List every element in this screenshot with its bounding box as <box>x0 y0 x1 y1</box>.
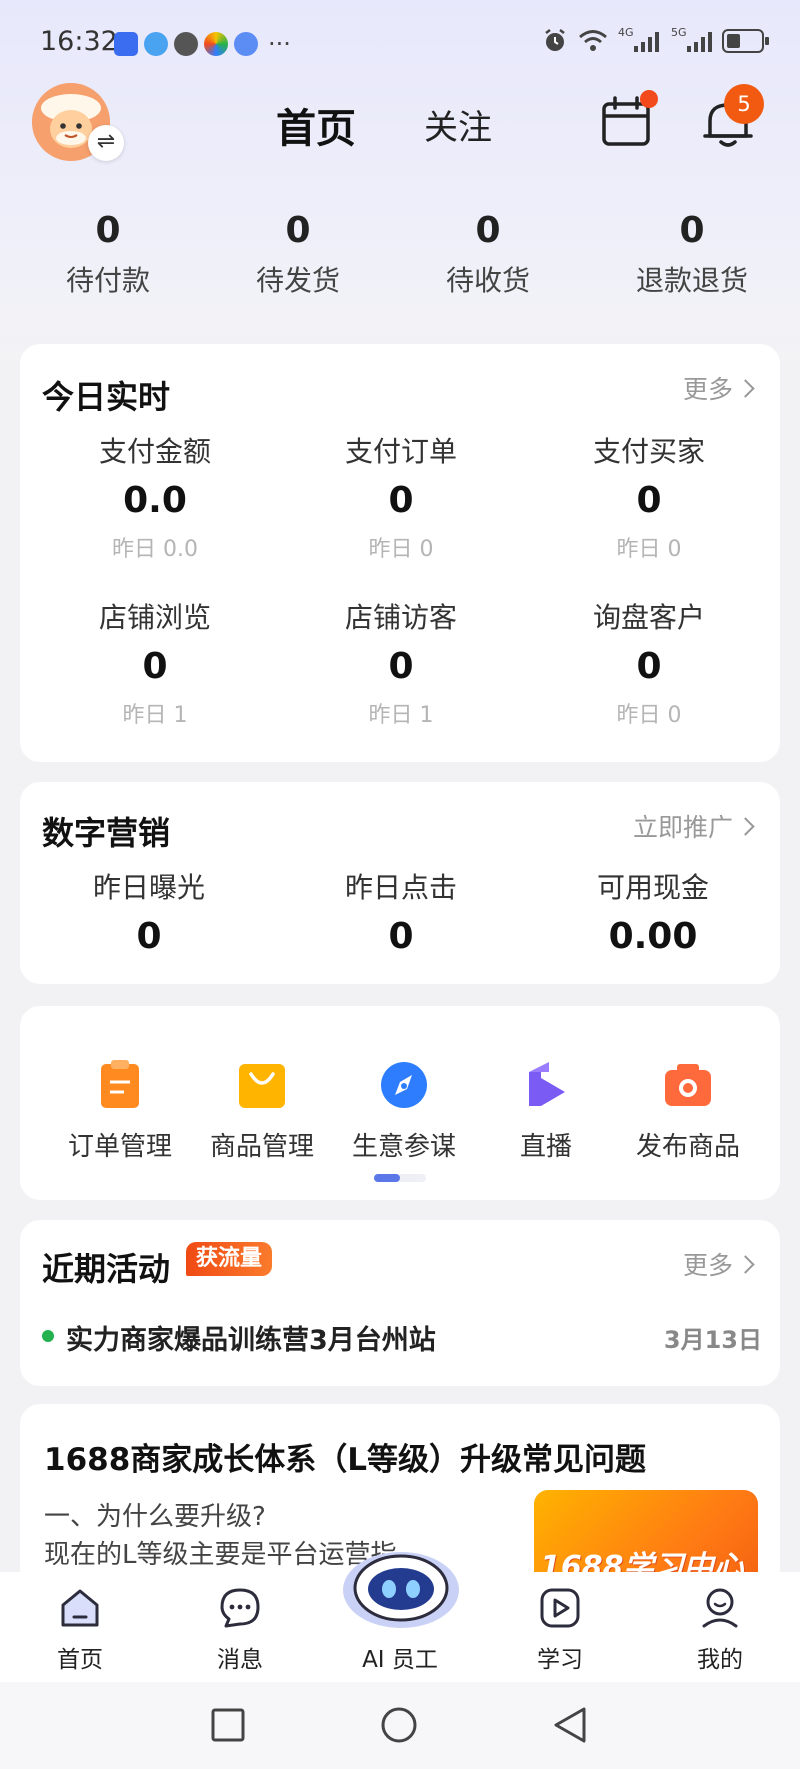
order-stat-pending-shipment[interactable]: 0 待发货 <box>238 210 358 299</box>
card-title: 近期活动 <box>42 1250 171 1288</box>
signal-4g-icon: 4G <box>618 26 659 52</box>
metric-store-visitors[interactable]: 店铺访客 0 昨日 1 <box>286 596 516 729</box>
tab-follow[interactable]: 关注 <box>424 100 492 149</box>
marketing-card: 数字营销 立即推广 昨日曝光 0 昨日点击 0 可用现金 0.00 <box>20 782 780 984</box>
status-time: 16:32 <box>40 26 118 57</box>
realtime-more-link[interactable]: 更多 <box>683 370 755 406</box>
recent-apps-icon[interactable] <box>211 1708 245 1742</box>
metric-available-cash[interactable]: 可用现金 0.00 <box>538 866 768 957</box>
activity-status-dot <box>42 1330 54 1342</box>
metric-inquiry-customers[interactable]: 询盘客户 0 昨日 0 <box>534 596 764 729</box>
chevron-right-icon <box>736 817 755 836</box>
status-bar: 16:32 ··· 4G 5G <box>0 22 800 66</box>
app-music-icon <box>234 32 258 56</box>
metric-pay-amount[interactable]: 支付金额 0.0 昨日 0.0 <box>40 430 270 563</box>
tools-page-indicator <box>374 1174 426 1182</box>
status-indicators: 4G 5G <box>542 26 769 54</box>
back-triangle-icon[interactable] <box>552 1706 588 1744</box>
more-notifications-icon: ··· <box>268 30 291 58</box>
order-status-summary: 0 待付款 0 待发货 0 待收货 0 退款退货 <box>0 210 800 320</box>
signal-5g-icon: 5G <box>671 26 712 52</box>
card-title: 今日实时 <box>42 378 171 416</box>
home-circle-icon[interactable] <box>380 1706 418 1744</box>
system-navigation-bar <box>0 1682 800 1769</box>
nav-messages[interactable]: 消息 <box>185 1586 295 1674</box>
alarm-icon <box>545 29 565 51</box>
clipboard-icon <box>93 1058 147 1112</box>
tools-card: 订单管理 商品管理 生意参谋 直播 发布商品 <box>20 1006 780 1200</box>
tool-business-advisor[interactable]: 生意参谋 <box>334 1058 474 1163</box>
nav-learn[interactable]: 学习 <box>505 1586 615 1674</box>
calendar-new-dot <box>640 90 658 108</box>
card-title: 数字营销 <box>42 814 171 852</box>
home-icon <box>58 1586 102 1630</box>
tab-home[interactable]: 首页 <box>276 96 356 154</box>
tool-publish-product[interactable]: 发布商品 <box>618 1058 758 1163</box>
top-header: ⇌ 首页 关注 5 <box>0 80 800 170</box>
order-stat-refunds[interactable]: 0 退款退货 <box>622 210 762 299</box>
app-browser-icon <box>144 32 168 56</box>
shopping-bag-icon <box>235 1058 289 1112</box>
app-pause-icon <box>174 32 198 56</box>
camera-icon <box>661 1058 715 1112</box>
app-photos-icon <box>204 32 228 56</box>
activity-item-title[interactable]: 实力商家爆品训练营3月台州站 <box>66 1318 436 1357</box>
compass-icon <box>377 1058 431 1112</box>
profile-icon <box>698 1586 742 1630</box>
realtime-card: 今日实时 更多 支付金额 0.0 昨日 0.0 支付订单 0 昨日 0 支付买家… <box>20 344 780 762</box>
article-title: 1688商家成长体系（L等级）升级常见问题 <box>44 1442 647 1478</box>
metric-store-views[interactable]: 店铺浏览 0 昨日 1 <box>40 596 270 729</box>
get-traffic-badge: 获流量 <box>186 1242 273 1276</box>
metric-pay-buyers[interactable]: 支付买家 0 昨日 0 <box>534 430 764 563</box>
article-question: 一、为什么要升级? <box>44 1502 266 1532</box>
battery-icon <box>722 29 769 53</box>
metric-yesterday-clicks[interactable]: 昨日点击 0 <box>286 866 516 957</box>
notification-count-badge: 5 <box>724 84 764 124</box>
live-icon <box>519 1058 573 1112</box>
bottom-navigation: 首页 消息 AI 员工 学习 我的 <box>0 1552 800 1682</box>
tool-order-management[interactable]: 订单管理 <box>50 1058 190 1163</box>
metric-yesterday-exposure[interactable]: 昨日曝光 0 <box>34 866 264 957</box>
chevron-right-icon <box>736 379 755 398</box>
ai-robot-icon[interactable] <box>342 1548 460 1628</box>
app-1688-icon <box>114 32 138 56</box>
wifi-icon <box>579 30 607 51</box>
promote-now-link[interactable]: 立即推广 <box>633 808 755 844</box>
switch-account-button[interactable]: ⇌ <box>88 125 124 161</box>
status-app-icons: ··· <box>114 32 291 56</box>
tool-product-management[interactable]: 商品管理 <box>192 1058 332 1163</box>
chevron-right-icon <box>736 1255 755 1274</box>
nav-profile[interactable]: 我的 <box>665 1586 775 1674</box>
metric-pay-orders[interactable]: 支付订单 0 昨日 0 <box>286 430 516 563</box>
play-icon <box>538 1586 582 1630</box>
tool-live-stream[interactable]: 直播 <box>476 1058 616 1163</box>
message-icon <box>218 1586 262 1630</box>
order-stat-pending-receipt[interactable]: 0 待收货 <box>428 210 548 299</box>
recent-activity-card: 近期活动 获流量 更多 实力商家爆品训练营3月台州站 3月13日 <box>20 1220 780 1386</box>
order-stat-pending-payment[interactable]: 0 待付款 <box>48 210 168 299</box>
nav-home[interactable]: 首页 <box>25 1586 135 1674</box>
activity-item-date: 3月13日 <box>663 1326 762 1354</box>
activity-more-link[interactable]: 更多 <box>683 1246 755 1282</box>
